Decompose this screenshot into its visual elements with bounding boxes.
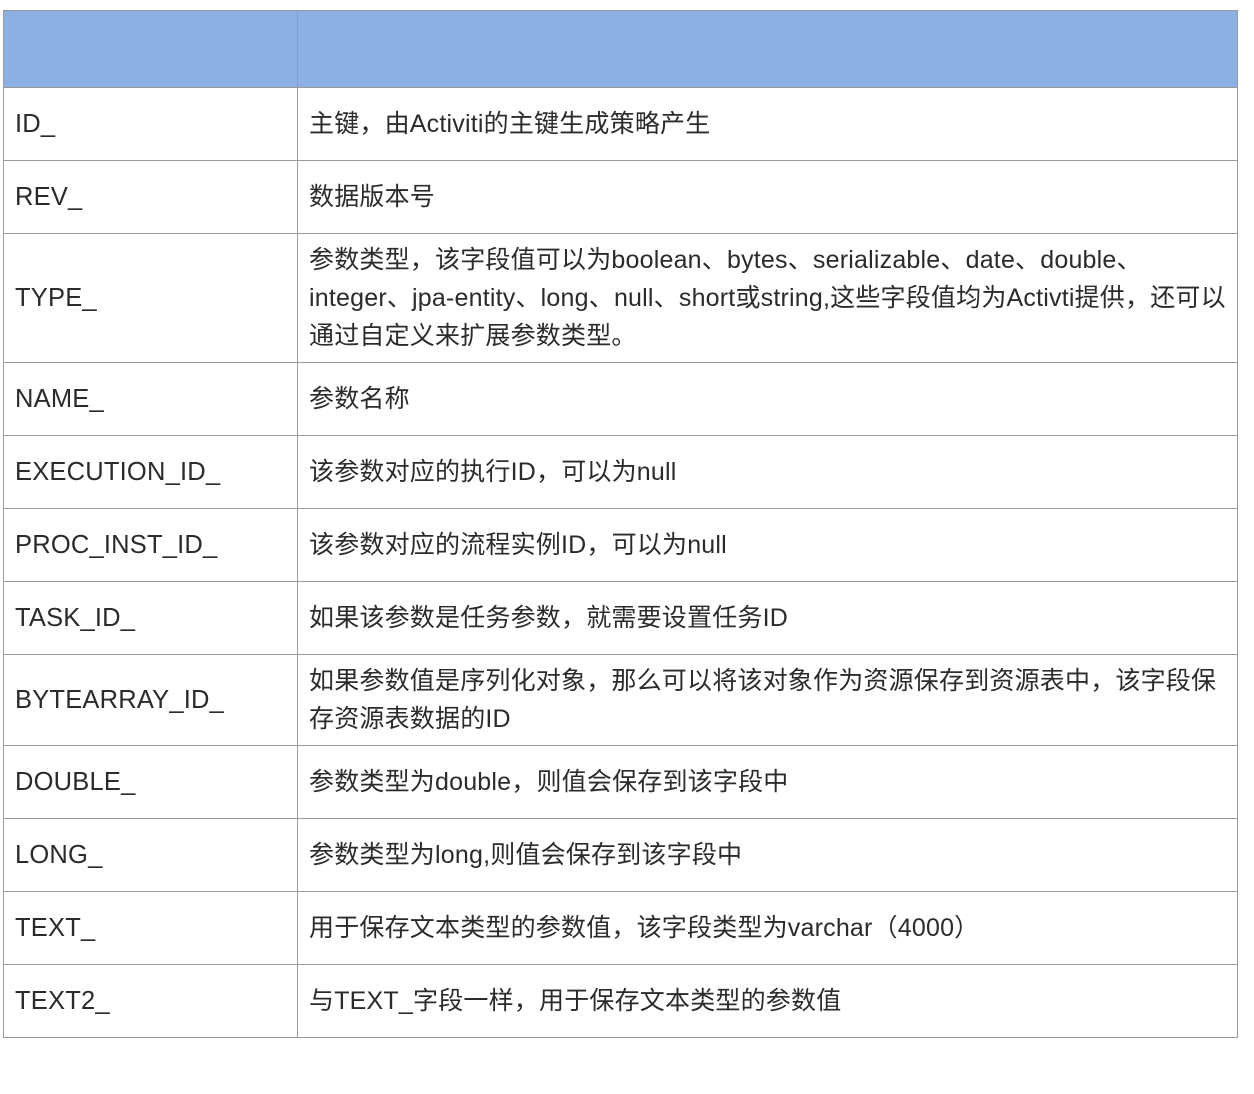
field-description-text: 参数类型为long,则值会保存到该字段中: [309, 841, 743, 869]
table-row: NAME_ 参数名称: [3, 362, 1238, 436]
field-description-cell: 该参数对应的执行ID，可以为null: [297, 435, 1238, 509]
field-description-cell: 主键，由Activiti的主键生成策略产生: [297, 87, 1238, 161]
column-header-field: [3, 10, 298, 88]
field-name-text: PROC_INST_ID_: [15, 531, 218, 559]
field-name-text: TASK_ID_: [15, 604, 136, 632]
field-description-text: 如果该参数是任务参数，就需要设置任务ID: [309, 604, 789, 632]
field-name-text: ID_: [15, 110, 56, 138]
column-header-description: [297, 10, 1238, 88]
field-description-cell: 数据版本号: [297, 160, 1238, 234]
table-row: TASK_ID_ 如果该参数是任务参数，就需要设置任务ID: [3, 581, 1238, 655]
field-description-cell: 与TEXT_字段一样，用于保存文本类型的参数值: [297, 964, 1238, 1038]
field-name-cell: BYTEARRAY_ID_: [3, 654, 298, 746]
field-name-cell: LONG_: [3, 818, 298, 892]
page-root: ID_ 主键，由Activiti的主键生成策略产生 REV_ 数据版本号 TYPE_ 参数…: [0, 0, 1254, 1094]
field-description-text: 如果参数值是序列化对象，那么可以将该对象作为资源保存到资源表中，该字段保存资源表…: [309, 667, 1217, 733]
field-description-text: 该参数对应的流程实例ID，可以为null: [309, 531, 727, 559]
table-container: ID_ 主键，由Activiti的主键生成策略产生 REV_ 数据版本号 TYPE_ 参数…: [3, 10, 1238, 1038]
table-row: TYPE_ 参数类型，该字段值可以为boolean、bytes、serializa…: [3, 233, 1238, 363]
field-name-cell: TYPE_: [3, 233, 298, 363]
field-description-cell: 参数类型，该字段值可以为boolean、bytes、serializable、d…: [297, 233, 1238, 363]
field-name-cell: REV_: [3, 160, 298, 234]
field-name-text: EXECUTION_ID_: [15, 458, 221, 486]
field-description-cell: 该参数对应的流程实例ID，可以为null: [297, 508, 1238, 582]
field-name-text: TYPE_: [15, 284, 97, 312]
table-row: DOUBLE_ 参数类型为double，则值会保存到该字段中: [3, 745, 1238, 819]
field-name-text: TEXT2_: [15, 987, 110, 1015]
field-name-cell: EXECUTION_ID_: [3, 435, 298, 509]
field-name-cell: TEXT2_: [3, 964, 298, 1038]
table-header: [3, 10, 1238, 88]
table-row: LONG_ 参数类型为long,则值会保存到该字段中: [3, 818, 1238, 892]
field-description-text: 参数名称: [309, 385, 410, 413]
table-row: TEXT_ 用于保存文本类型的参数值，该字段类型为varchar（4000）: [3, 891, 1238, 965]
field-name-text: NAME_: [15, 385, 104, 413]
header-row: [3, 10, 1238, 88]
field-name-text: REV_: [15, 183, 83, 211]
field-description-cell: 用于保存文本类型的参数值，该字段类型为varchar（4000）: [297, 891, 1238, 965]
field-name-cell: ID_: [3, 87, 298, 161]
field-description-cell: 如果参数值是序列化对象，那么可以将该对象作为资源保存到资源表中，该字段保存资源表…: [297, 654, 1238, 746]
field-description-text: 与TEXT_字段一样，用于保存文本类型的参数值: [309, 987, 842, 1015]
field-description-cell: 参数名称: [297, 362, 1238, 436]
field-description-text: 数据版本号: [309, 183, 436, 211]
table-row: ID_ 主键，由Activiti的主键生成策略产生: [3, 87, 1238, 161]
field-description-text: 参数类型为double，则值会保存到该字段中: [309, 768, 789, 796]
field-description-text: 参数类型，该字段值可以为boolean、bytes、serializable、d…: [309, 246, 1226, 350]
field-description-cell: 如果该参数是任务参数，就需要设置任务ID: [297, 581, 1238, 655]
table-body: ID_ 主键，由Activiti的主键生成策略产生 REV_ 数据版本号 TYPE_ 参数…: [3, 87, 1238, 1038]
field-description-text: 主键，由Activiti的主键生成策略产生: [309, 110, 711, 138]
field-name-cell: PROC_INST_ID_: [3, 508, 298, 582]
field-name-cell: NAME_: [3, 362, 298, 436]
field-name-cell: DOUBLE_: [3, 745, 298, 819]
field-name-cell: TEXT_: [3, 891, 298, 965]
field-description-cell: 参数类型为double，则值会保存到该字段中: [297, 745, 1238, 819]
field-description-text: 该参数对应的执行ID，可以为null: [309, 458, 677, 486]
table-row: BYTEARRAY_ID_ 如果参数值是序列化对象，那么可以将该对象作为资源保存到…: [3, 654, 1238, 746]
field-name-text: LONG_: [15, 841, 103, 869]
table-row: PROC_INST_ID_ 该参数对应的流程实例ID，可以为null: [3, 508, 1238, 582]
table-row: EXECUTION_ID_ 该参数对应的执行ID，可以为null: [3, 435, 1238, 509]
field-description-table: ID_ 主键，由Activiti的主键生成策略产生 REV_ 数据版本号 TYPE_ 参数…: [3, 10, 1238, 1038]
field-name-cell: TASK_ID_: [3, 581, 298, 655]
field-name-text: BYTEARRAY_ID_: [15, 686, 225, 714]
table-row: REV_ 数据版本号: [3, 160, 1238, 234]
field-description-cell: 参数类型为long,则值会保存到该字段中: [297, 818, 1238, 892]
field-name-text: DOUBLE_: [15, 768, 136, 796]
field-description-text: 用于保存文本类型的参数值，该字段类型为varchar（4000）: [309, 914, 980, 942]
field-name-text: TEXT_: [15, 914, 96, 942]
table-row: TEXT2_ 与TEXT_字段一样，用于保存文本类型的参数值: [3, 964, 1238, 1038]
